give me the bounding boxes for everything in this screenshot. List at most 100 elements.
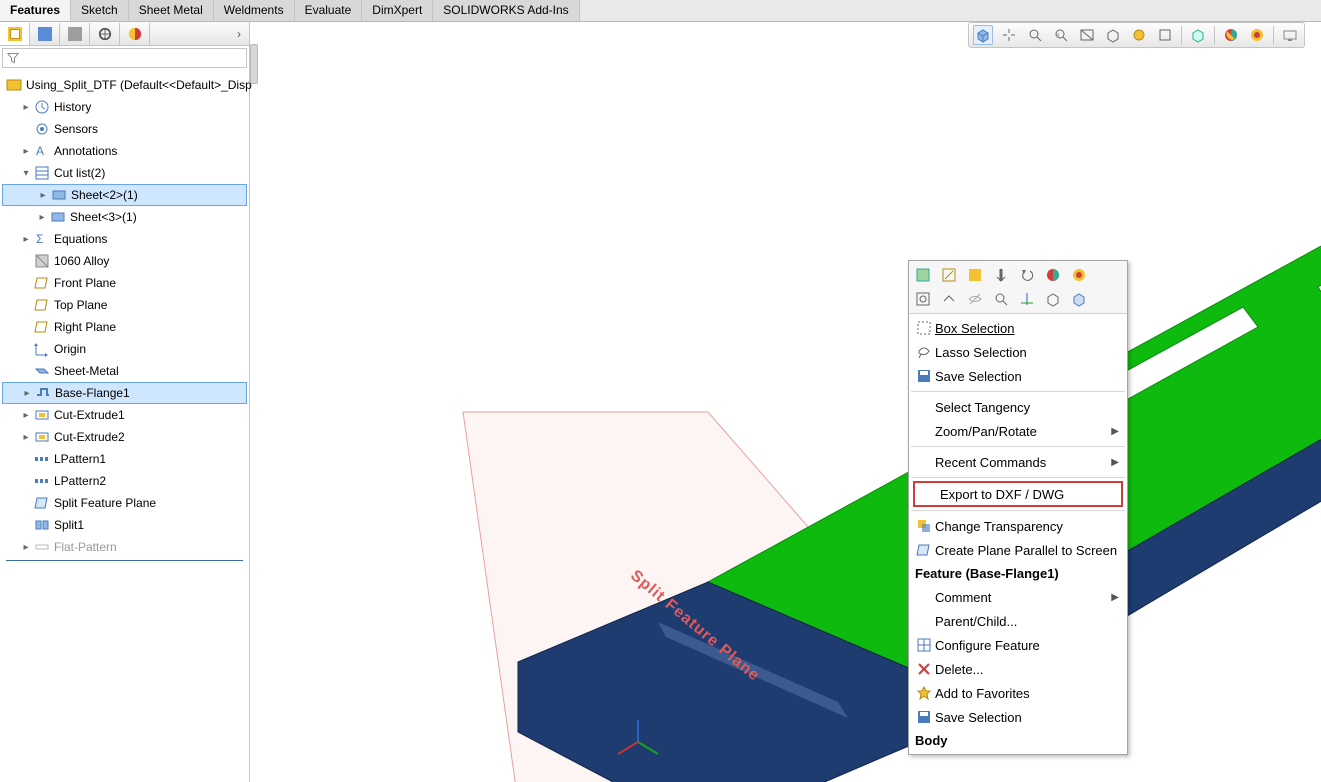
view-settings-button[interactable] <box>1280 25 1300 45</box>
tree-item-cut-extrude2[interactable]: ▸ Cut-Extrude2 <box>2 426 247 448</box>
linear-pattern-icon <box>34 451 50 467</box>
ctx-separator <box>911 391 1125 392</box>
ctx-configure-feature[interactable]: Configure Feature <box>909 633 1127 657</box>
tree-item-right-plane[interactable]: Right Plane <box>2 316 247 338</box>
tree-item-top-plane[interactable]: Top Plane <box>2 294 247 316</box>
ctx-recent-commands[interactable]: Recent Commands ▶ <box>909 450 1127 474</box>
ctx-tb-edit-sketch[interactable] <box>965 265 985 285</box>
ctx-delete[interactable]: Delete... <box>909 657 1127 681</box>
hide-show-items-button[interactable] <box>1155 25 1175 45</box>
ctx-zoom-pan-rotate[interactable]: Zoom/Pan/Rotate ▶ <box>909 419 1127 443</box>
section-view-button[interactable] <box>1077 25 1097 45</box>
ctx-comment[interactable]: Comment ▶ <box>909 585 1127 609</box>
ctx-label: Box Selection <box>935 321 1015 336</box>
tree-item-material[interactable]: 1060 Alloy <box>2 250 247 272</box>
fm-resize-handle[interactable] <box>250 44 258 84</box>
expander-icon[interactable]: ▸ <box>20 234 32 245</box>
ctx-tb-normal-to[interactable] <box>939 289 959 309</box>
view-cube-button[interactable] <box>1188 25 1208 45</box>
ctx-save-selection[interactable]: Save Selection <box>909 364 1127 388</box>
graphics-viewport[interactable]: ‹ <box>258 22 1321 782</box>
ctx-select-tangency[interactable]: Select Tangency <box>909 395 1127 419</box>
favorites-icon <box>913 685 935 701</box>
tab-weldments[interactable]: Weldments <box>214 0 295 21</box>
fm-filter-bar[interactable] <box>2 48 247 68</box>
zoom-to-area-button[interactable] <box>1025 25 1045 45</box>
tree-item-lpattern1[interactable]: LPattern1 <box>2 448 247 470</box>
ctx-tb-appearance2[interactable] <box>1069 265 1089 285</box>
ctx-tb-isolate[interactable] <box>1043 289 1063 309</box>
tree-item-base-flange1[interactable]: ▸ Base-Flange1 <box>2 382 247 404</box>
tree-item-sheet2[interactable]: ▸ Sheet<2>(1) <box>2 184 247 206</box>
expander-icon[interactable]: ▸ <box>20 410 32 421</box>
ctx-tb-zoom-selection[interactable] <box>913 289 933 309</box>
fm-pane-config-mgr[interactable] <box>60 23 90 45</box>
ctx-create-plane-parallel[interactable]: Create Plane Parallel to Screen <box>909 538 1127 562</box>
expander-icon[interactable]: ▸ <box>20 146 32 157</box>
tree-item-lpattern2[interactable]: LPattern2 <box>2 470 247 492</box>
ctx-box-selection[interactable]: Box Selection <box>909 316 1127 340</box>
view-orientation-drop-button[interactable] <box>1103 25 1123 45</box>
tree-item-front-plane[interactable]: Front Plane <box>2 272 247 294</box>
expander-icon[interactable]: ▸ <box>20 432 32 443</box>
zoom-to-fit-button[interactable] <box>999 25 1019 45</box>
delete-icon <box>913 661 935 677</box>
ctx-tb-zoom-fit[interactable] <box>991 289 1011 309</box>
ctx-save-selection-2[interactable]: Save Selection <box>909 705 1127 729</box>
ctx-add-to-favorites[interactable]: Add to Favorites <box>909 681 1127 705</box>
tree-item-cutlist[interactable]: ▾ Cut list(2) <box>2 162 247 184</box>
ctx-tb-select-other[interactable] <box>913 265 933 285</box>
expander-icon[interactable]: ▸ <box>37 190 49 201</box>
ctx-tb-rollback[interactable] <box>1017 265 1037 285</box>
ctx-tb-edit-feature[interactable] <box>939 265 959 285</box>
tree-item-sheet-metal[interactable]: Sheet-Metal <box>2 360 247 382</box>
ctx-change-transparency[interactable]: Change Transparency <box>909 514 1127 538</box>
tab-sketch[interactable]: Sketch <box>71 0 129 21</box>
previous-view-button[interactable]: ‹ <box>1051 25 1071 45</box>
tab-sheet-metal[interactable]: Sheet Metal <box>129 0 214 21</box>
ctx-tb-appearance[interactable] <box>1043 265 1063 285</box>
ctx-tb-hide[interactable] <box>965 289 985 309</box>
expander-icon[interactable]: ▸ <box>20 102 32 113</box>
tree-item-sensors[interactable]: Sensors <box>2 118 247 140</box>
display-style-button[interactable] <box>1129 25 1149 45</box>
tree-item-sheet3[interactable]: ▸ Sheet<3>(1) <box>2 206 247 228</box>
view-orientation-button[interactable] <box>973 25 993 45</box>
tree-label: Split1 <box>54 518 84 532</box>
expander-icon[interactable]: ▸ <box>21 388 33 399</box>
tree-item-split-feature-plane[interactable]: Split Feature Plane <box>2 492 247 514</box>
tree-item-split1[interactable]: Split1 <box>2 514 247 536</box>
rollback-bar[interactable] <box>6 560 243 561</box>
tree-item-flat-pattern[interactable]: ▸ Flat-Pattern <box>2 536 247 558</box>
tree-item-equations[interactable]: ▸ Σ Equations <box>2 228 247 250</box>
tab-evaluate[interactable]: Evaluate <box>295 0 363 21</box>
tab-addins[interactable]: SOLIDWORKS Add-Ins <box>433 0 579 21</box>
tree-item-origin[interactable]: Origin <box>2 338 247 360</box>
tab-dimxpert[interactable]: DimXpert <box>362 0 433 21</box>
ctx-tb-body[interactable] <box>1069 289 1089 309</box>
ctx-tb-move-triad[interactable] <box>1017 289 1037 309</box>
ctx-separator <box>911 510 1125 511</box>
ctx-export-dxf-dwg[interactable]: Export to DXF / DWG <box>914 482 1122 506</box>
expander-icon[interactable]: ▸ <box>36 212 48 223</box>
tab-features[interactable]: Features <box>0 0 71 21</box>
tree-item-annotations[interactable]: ▸ A Annotations <box>2 140 247 162</box>
expander-icon[interactable]: ▾ <box>20 168 32 179</box>
fm-pane-overflow[interactable]: › <box>229 27 249 41</box>
tree-root[interactable]: Using_Split_DTF (Default<<Default>_Disp <box>2 74 247 96</box>
edit-appearance-button[interactable] <box>1221 25 1241 45</box>
fm-pane-display-mgr[interactable] <box>120 23 150 45</box>
ctx-lasso-selection[interactable]: Lasso Selection <box>909 340 1127 364</box>
tree-item-cut-extrude1[interactable]: ▸ Cut-Extrude1 <box>2 404 247 426</box>
ctx-tb-suppress[interactable] <box>991 265 1011 285</box>
ctx-parent-child[interactable]: Parent/Child... <box>909 609 1127 633</box>
history-icon <box>34 99 50 115</box>
expander-icon[interactable]: ▸ <box>20 542 32 553</box>
fm-pane-property-mgr[interactable] <box>30 23 60 45</box>
fm-pane-dimxpert-mgr[interactable] <box>90 23 120 45</box>
fm-pane-feature-tree[interactable] <box>0 23 30 45</box>
apply-scene-button[interactable] <box>1247 25 1267 45</box>
tree-label: LPattern2 <box>54 474 106 488</box>
tree-item-history[interactable]: ▸ History <box>2 96 247 118</box>
tree-label: Sheet<2>(1) <box>71 188 138 202</box>
